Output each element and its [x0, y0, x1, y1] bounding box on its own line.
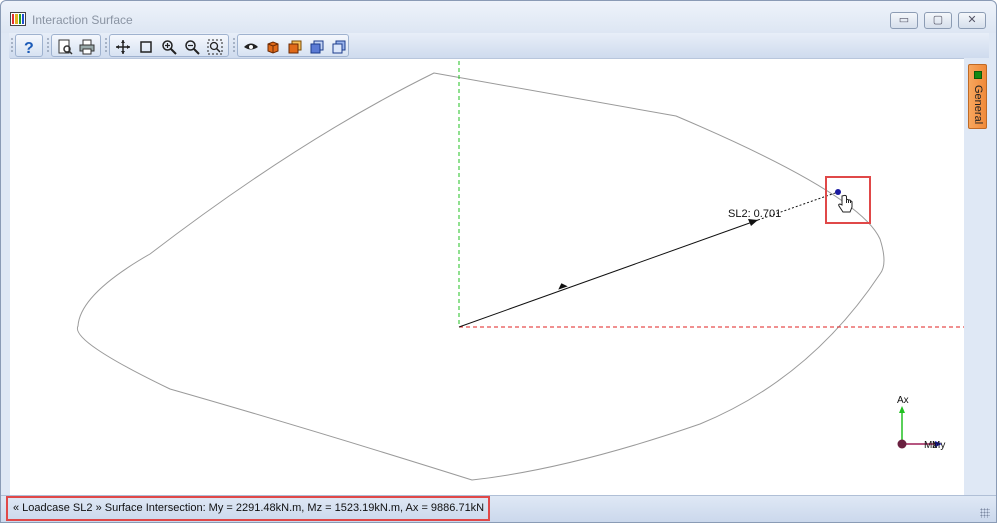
zoom-window-button[interactable] — [136, 37, 156, 56]
toolbar-group-render — [237, 34, 349, 57]
print-preview-icon — [58, 39, 73, 55]
toolbar: ? — [9, 33, 989, 58]
title-bar[interactable]: Interaction Surface ▭ ▢ ✕ — [1, 1, 996, 33]
close-icon: ✕ — [967, 14, 977, 26]
tab-status-dot — [974, 71, 982, 79]
axis-triad: Ax Mz My — [897, 395, 945, 451]
zoom-in-button[interactable] — [159, 37, 179, 56]
triad-vertical-arrow — [899, 406, 905, 413]
visibility-button[interactable] — [241, 37, 261, 56]
help-button[interactable]: ? — [19, 37, 39, 56]
app-icon — [10, 12, 26, 26]
minimize-button[interactable]: ▭ — [890, 12, 918, 29]
visibility-eye-icon — [244, 43, 258, 49]
toolbar-grip[interactable] — [233, 37, 235, 53]
solid-view-button[interactable] — [263, 37, 283, 56]
pan-button[interactable] — [113, 37, 133, 56]
load-vector-line — [458, 219, 759, 328]
pan-icon — [116, 39, 130, 54]
top-view-button[interactable] — [329, 37, 349, 56]
zoom-out-button[interactable] — [182, 37, 202, 56]
help-icon: ? — [24, 40, 34, 55]
zoom-window-icon — [140, 40, 152, 53]
toolbar-grip[interactable] — [47, 37, 49, 53]
surface-plot: SL2: 0.701 Ax Mz My — [76, 61, 964, 481]
print-preview-button[interactable] — [55, 37, 75, 56]
window-title: Interaction Surface — [32, 13, 133, 27]
cube-view-top-icon — [332, 40, 346, 53]
close-button[interactable]: ✕ — [958, 12, 986, 29]
status-highlight-box — [6, 496, 490, 521]
toolbar-group-view — [109, 34, 229, 57]
triad-vertical-label: Ax — [897, 395, 909, 406]
cube-view-side-icon — [310, 40, 324, 53]
interaction-surface-canvas[interactable]: SL2: 0.701 Ax Mz My — [10, 58, 964, 495]
cube-view-front-icon — [288, 40, 302, 53]
loadcase-label: SL2: 0.701 — [728, 208, 781, 220]
maximize-icon: ▢ — [932, 14, 944, 26]
side-view-button[interactable] — [307, 37, 327, 56]
toolbar-grip[interactable] — [105, 37, 107, 53]
maximize-button[interactable]: ▢ — [924, 12, 952, 29]
interaction-surface-window: Interaction Surface ▭ ▢ ✕ ? SL2: 0.701 A… — [0, 0, 997, 523]
zoom-extents-icon — [207, 39, 223, 54]
point-highlight-box — [825, 176, 871, 224]
tab-general-label: General — [972, 85, 984, 125]
minimize-icon: ▭ — [898, 14, 910, 26]
zoom-extents-button[interactable] — [205, 37, 225, 56]
side-panel: General — [964, 58, 990, 495]
triad-origin — [897, 439, 907, 449]
interaction-surface-outline — [76, 72, 885, 481]
load-vector-arrowhead — [748, 219, 758, 226]
zoom-out-icon — [185, 39, 200, 55]
toolbar-group-print — [51, 34, 101, 57]
toolbar-group-help: ? — [15, 34, 43, 57]
toolbar-grip[interactable] — [11, 37, 13, 53]
status-bar: « Loadcase SL2 » Surface Intersection: M… — [1, 495, 996, 522]
zoom-in-icon — [162, 39, 177, 55]
tab-general[interactable]: General — [968, 64, 987, 129]
front-view-button[interactable] — [285, 37, 305, 56]
print-icon — [79, 39, 95, 54]
print-button[interactable] — [77, 37, 97, 56]
solid-cube-icon — [267, 40, 279, 54]
resize-grip[interactable] — [980, 508, 990, 518]
svg-text:?: ? — [24, 40, 34, 55]
triad-horizontal-label: My — [932, 440, 945, 451]
